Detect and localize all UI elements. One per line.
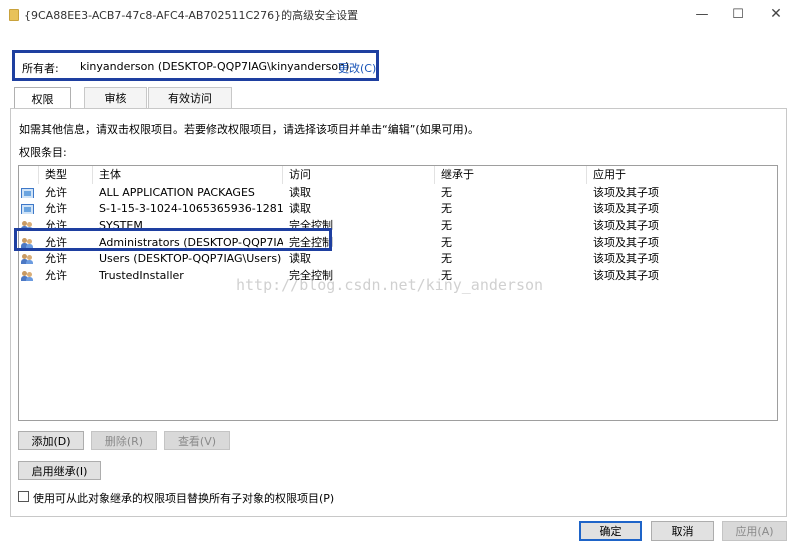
row-applies-to: 该项及其子项 [593,269,659,282]
column-header-icon[interactable] [19,166,39,184]
permission-entries-label: 权限条目: [19,146,67,159]
row-access: 读取 [289,202,311,215]
row-principal: Administrators (DESKTOP-QQP7IA... [99,236,283,249]
folder-icon [9,9,19,21]
row-applies-to: 该项及其子项 [593,252,659,265]
row-type: 允许 [45,219,67,232]
ok-button[interactable]: 确定 [579,521,642,541]
row-access: 读取 [289,186,311,199]
column-header-access[interactable]: 访问 [283,166,435,184]
row-principal: SYSTEM [99,219,143,232]
row-principal: ALL APPLICATION PACKAGES [99,186,255,199]
owner-value: kinyanderson (DESKTOP-QQP7IAG\kinyanders… [80,60,350,73]
row-principal: Users (DESKTOP-QQP7IAG\Users) [99,252,282,265]
maximize-button[interactable]: ☐ [720,0,756,28]
row-type: 允许 [45,269,67,282]
row-access: 完全控制 [289,219,333,232]
row-applies-to: 该项及其子项 [593,236,659,249]
row-applies-to: 该项及其子项 [593,219,659,232]
table-row[interactable]: 允许 ALL APPLICATION PACKAGES 读取 无 该项及其子项 [19,184,777,201]
users-icon [21,237,37,248]
column-header-type[interactable]: 类型 [39,166,93,184]
view-button[interactable]: 查看(V) [164,431,230,450]
row-type: 允许 [45,252,67,265]
users-icon [21,270,37,281]
tab-auditing[interactable]: 审核 [84,87,147,108]
column-header-applies-to[interactable]: 应用于 [587,166,777,184]
table-row[interactable]: 允许 S-1-15-3-1024-1065365936-1281... 读取 无… [19,200,777,217]
package-icon [21,187,37,198]
watermark: http://blog.csdn.net/kiny_anderson [236,276,544,294]
list-header: 类型 主体 访问 继承于 应用于 [19,166,777,184]
users-icon [21,253,37,264]
tab-permissions[interactable]: 权限 [14,87,71,109]
minimize-button[interactable]: — [684,0,720,28]
owner-row: 所有者: kinyanderson (DESKTOP-QQP7IAG\kinya… [12,50,379,81]
permissions-hint: 如需其他信息，请双击权限项目。若要修改权限项目，请选择该项目并单击“编辑”(如果… [19,123,479,136]
row-principal: S-1-15-3-1024-1065365936-1281... [99,202,283,215]
permissions-panel: 如需其他信息，请双击权限项目。若要修改权限项目，请选择该项目并单击“编辑”(如果… [10,108,787,517]
replace-child-permissions-checkbox[interactable] [18,491,29,502]
row-inherited-from: 无 [441,236,452,249]
close-button[interactable]: ✕ [758,0,794,28]
owner-label: 所有者: [22,62,59,75]
cancel-button[interactable]: 取消 [651,521,714,541]
users-icon [21,220,37,231]
row-access: 读取 [289,252,311,265]
remove-button[interactable]: 删除(R) [91,431,157,450]
row-inherited-from: 无 [441,219,452,232]
tab-effective-access[interactable]: 有效访问 [148,87,232,108]
table-row[interactable]: 允许 SYSTEM 完全控制 无 该项及其子项 [19,217,777,234]
row-access: 完全控制 [289,236,333,249]
row-type: 允许 [45,202,67,215]
row-type: 允许 [45,236,67,249]
change-owner-link[interactable]: 更改(C) [338,60,376,76]
row-inherited-from: 无 [441,252,452,265]
row-applies-to: 该项及其子项 [593,202,659,215]
column-header-principal[interactable]: 主体 [93,166,283,184]
table-row[interactable]: 允许 Users (DESKTOP-QQP7IAG\Users) 读取 无 该项… [19,250,777,267]
add-button[interactable]: 添加(D) [18,431,84,450]
row-inherited-from: 无 [441,202,452,215]
column-header-inherited-from[interactable]: 继承于 [435,166,587,184]
table-row[interactable]: 允许 Administrators (DESKTOP-QQP7IA... 完全控… [19,234,777,251]
row-inherited-from: 无 [441,186,452,199]
title-bar: {9CA88EE3-ACB7-47c8-AFC4-AB702511C276}的高… [0,0,797,30]
enable-inheritance-button[interactable]: 启用继承(I) [18,461,101,480]
replace-child-permissions-label[interactable]: 使用可从此对象继承的权限项目替换所有子对象的权限项目(P) [33,490,334,506]
row-type: 允许 [45,186,67,199]
package-icon [21,203,37,214]
window-title: {9CA88EE3-ACB7-47c8-AFC4-AB702511C276}的高… [24,9,359,22]
row-applies-to: 该项及其子项 [593,186,659,199]
apply-button[interactable]: 应用(A) [722,521,787,541]
